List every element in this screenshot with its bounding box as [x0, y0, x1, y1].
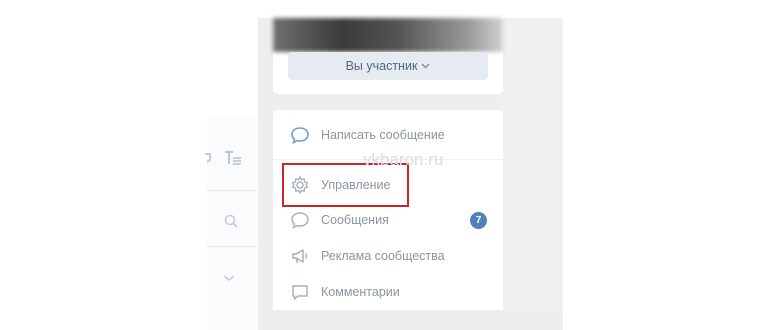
menu-item-label: Написать сообщение: [321, 128, 445, 142]
partial-icon: [204, 152, 212, 167]
menu-item-label: Комментарии: [321, 285, 400, 299]
search-icon[interactable]: [224, 214, 238, 231]
unread-count-badge: 7: [470, 212, 487, 229]
chevron-down-icon: [421, 61, 430, 72]
text-format-icon[interactable]: [224, 150, 242, 169]
megaphone-icon: [290, 246, 310, 266]
watermark: vkbaron.ru: [363, 150, 444, 169]
speech-bubble-icon: [290, 210, 310, 230]
community-header-card: Вы участник: [273, 18, 503, 94]
menu-item-community-ads[interactable]: Реклама сообщества: [273, 239, 503, 273]
menu-item-messages[interactable]: Сообщения 7: [273, 203, 503, 237]
cover-photo: [273, 18, 503, 52]
right-edge: [503, 18, 563, 310]
menu-item-label: Сообщения: [321, 213, 389, 227]
left-divider: [207, 246, 257, 247]
community-actions-menu: Написать сообщение Управление Сообщения …: [273, 110, 503, 310]
menu-item-comments[interactable]: Комментарии: [273, 275, 503, 309]
member-button[interactable]: Вы участник: [288, 52, 488, 80]
left-divider: [207, 190, 257, 191]
speech-bubble-icon: [290, 125, 310, 145]
chevron-down-icon[interactable]: [222, 270, 236, 285]
comment-icon: [290, 282, 310, 302]
menu-item-write-message[interactable]: Написать сообщение: [273, 118, 503, 152]
menu-item-label: Реклама сообщества: [321, 249, 445, 263]
member-button-label: Вы участник: [345, 59, 418, 73]
